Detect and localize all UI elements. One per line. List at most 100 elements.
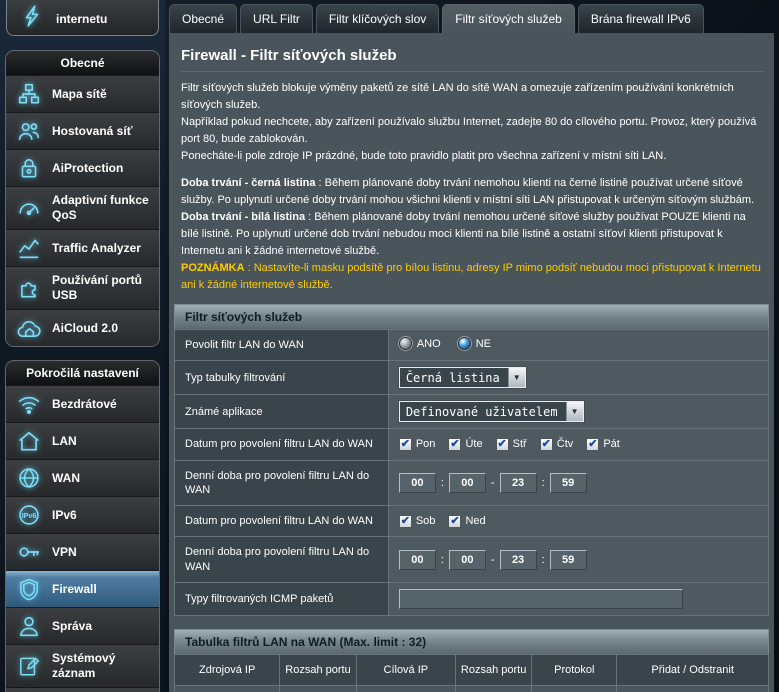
sidebar-item-aiprotection[interactable]: AiProtection (6, 149, 159, 186)
sidebar-item-label: Bezdrátové (52, 397, 117, 412)
note-paragraph: POZNÁMKA : Nastavíte-li masku podsítě pr… (181, 260, 762, 294)
rule-table-header-row: Zdrojová IP Rozsah portu Cílová IP Rozsa… (175, 655, 769, 686)
time-start-min-input[interactable] (449, 473, 486, 493)
row-daytime-weekend: Denní doba pro povolení filtru LAN do WA… (175, 537, 769, 583)
checkbox-fri[interactable]: ✔Pát (586, 438, 620, 451)
pencil-doc-icon (14, 654, 44, 678)
tab-ipv6-firewall[interactable]: Brána firewall IPv6 (578, 4, 704, 33)
checkbox-wed[interactable]: ✔Stř (496, 438, 527, 451)
table-type-value: Černá listina (400, 368, 508, 387)
sidebar-item-label: LAN (52, 434, 77, 449)
checkbox-thu[interactable]: ✔Čtv (540, 438, 574, 451)
intro-paragraph: Například pokud nechcete, aby zařízení p… (181, 114, 762, 148)
tab-general[interactable]: Obecné (169, 4, 237, 33)
row-table-type: Typ tabulky filtrování Černá listina ▼ (175, 361, 769, 395)
checkbox-checked-icon[interactable]: ✔ (399, 515, 412, 528)
known-apps-value: Definované uživatelem (400, 402, 566, 421)
filter-settings-section: Filtr síťových služeb Povolit filtr LAN … (174, 304, 769, 616)
tab-url-filter[interactable]: URL Filtr (240, 4, 313, 33)
col-port-range-2: Rozsah portu (455, 655, 531, 686)
sidebar-item-network-tools[interactable]: Síťové nástroje (6, 687, 159, 692)
sidebar-item-lan[interactable]: LAN (6, 422, 159, 459)
radio-no-dot[interactable] (458, 337, 471, 350)
sidebar-item-administration[interactable]: Správa (6, 607, 159, 644)
checkbox-checked-icon[interactable]: ✔ (448, 515, 461, 528)
chevron-down-icon[interactable]: ▼ (566, 402, 583, 421)
time-end-hour-input[interactable] (500, 473, 537, 493)
sidebar-item-label: Správa (52, 619, 92, 634)
menu-group-advanced: Pokročilá nastavení Bezdrátové LAN WAN I… (5, 360, 160, 692)
checkbox-checked-icon[interactable]: ✔ (540, 438, 553, 451)
checkbox-tue[interactable]: ✔ Úte (448, 438, 482, 451)
menu-group-general: Obecné Mapa sítě Hostovaná síť AiProtect… (5, 50, 160, 347)
time2-start-hour-input[interactable] (399, 550, 436, 570)
sidebar-item-usb[interactable]: Používání portů USB (6, 266, 159, 309)
duration-blacklist-label: Doba trvání - černá listina (181, 177, 315, 189)
cloud-icon (14, 316, 44, 340)
sidebar-item-label: VPN (52, 545, 77, 560)
checkbox-label: Úte (465, 438, 482, 450)
time-start-hour-input[interactable] (399, 473, 436, 493)
sidebar-item-aicloud[interactable]: AiCloud 2.0 (6, 309, 159, 346)
lan-wan-filter-section: Tabulka filtrů LAN na WAN (Max. limit : … (174, 629, 769, 692)
icmp-label: Typy filtrovaných ICMP paketů (175, 583, 389, 616)
table-type-select[interactable]: Černá listina ▼ (399, 367, 526, 388)
checkbox-checked-icon[interactable]: ✔ (399, 438, 412, 451)
quick-setup-button[interactable]: internetu (6, 0, 159, 36)
icmp-input[interactable] (399, 589, 683, 609)
checkbox-mon[interactable]: ✔ Pon (399, 438, 436, 451)
sidebar-item-qos[interactable]: Adaptivní funkce QoS (6, 186, 159, 229)
sidebar-item-system-log[interactable]: Systémový záznam (6, 644, 159, 687)
sidebar-item-network-map[interactable]: Mapa sítě (6, 75, 159, 112)
person-icon (14, 614, 44, 638)
sidebar-item-wan[interactable]: WAN (6, 459, 159, 496)
radio-yes-dot[interactable] (399, 337, 412, 350)
checkbox-label: Ned (465, 515, 485, 527)
lan-wan-table-title: Tabulka filtrů LAN na WAN (Max. limit : … (174, 629, 769, 654)
tab-network-services-filter[interactable]: Filtr síťových služeb (442, 4, 575, 33)
sidebar-item-guest-network[interactable]: Hostovaná síť (6, 112, 159, 149)
sidebar-item-wireless[interactable]: Bezdrátové (6, 385, 159, 422)
sidebar-item-ipv6[interactable]: IPv6 IPv6 (6, 496, 159, 533)
sidebar-item-firewall[interactable]: Firewall (6, 570, 159, 607)
weekend-label: Datum pro povolení filtru LAN do WAN (175, 506, 389, 537)
known-apps-select[interactable]: Definované uživatelem ▼ (399, 401, 584, 422)
time2-end-hour-input[interactable] (500, 550, 537, 570)
sidebar-item-traffic-analyzer[interactable]: Traffic Analyzer (6, 229, 159, 266)
checkbox-sat[interactable]: ✔Sob (399, 515, 436, 528)
shield-icon (14, 577, 44, 601)
checkbox-checked-icon[interactable]: ✔ (496, 438, 509, 451)
content-panel: Firewall - Filtr síťových služeb Filtr s… (169, 33, 774, 692)
daytime2-label: Denní doba pro povolení filtru LAN do WA… (175, 537, 389, 583)
known-apps-label: Známé aplikace (175, 395, 389, 429)
svg-text:IPv6: IPv6 (22, 512, 37, 520)
time2-start-min-input[interactable] (449, 550, 486, 570)
puzzle-icon (14, 276, 44, 300)
checkbox-checked-icon[interactable]: ✔ (586, 438, 599, 451)
quick-setup-icon (17, 4, 47, 28)
time-end-min-input[interactable] (550, 473, 587, 493)
radio-yes-label: ANO (417, 338, 441, 350)
col-dest-ip: Cílová IP (356, 655, 455, 686)
checkbox-sun[interactable]: ✔ Ned (448, 515, 485, 528)
sidebar-item-label: WAN (52, 471, 80, 486)
sidebar-item-label: Firewall (52, 582, 97, 597)
lock-icon (14, 156, 44, 180)
daytime-label: Denní doba pro povolení filtru LAN do WA… (175, 460, 389, 506)
note-text: : Nastavíte-li masku podsítě pro bílou l… (181, 262, 761, 291)
sidebar-item-label: Mapa sítě (52, 87, 107, 102)
sidebar-item-label: IPv6 (52, 508, 77, 523)
row-icmp: Typy filtrovaných ICMP paketů (175, 583, 769, 616)
chevron-down-icon[interactable]: ▼ (508, 368, 525, 387)
radio-no[interactable]: NE (458, 337, 491, 350)
checkbox-label: Pon (416, 438, 436, 450)
tab-keyword-filter[interactable]: Filtr klíčových slov (316, 4, 439, 33)
row-weekend: Datum pro povolení filtru LAN do WAN ✔So… (175, 506, 769, 537)
time2-end-min-input[interactable] (550, 550, 587, 570)
sidebar-item-label: Adaptivní funkce QoS (52, 193, 153, 223)
radio-yes[interactable]: ANO (399, 337, 441, 350)
duration-whitelist-paragraph: Doba trvání - bílá listina : Během pláno… (181, 209, 762, 260)
duration-blacklist-paragraph: Doba trvání - černá listina : Během plán… (181, 175, 762, 209)
sidebar-item-vpn[interactable]: VPN (6, 533, 159, 570)
checkbox-checked-icon[interactable]: ✔ (448, 438, 461, 451)
